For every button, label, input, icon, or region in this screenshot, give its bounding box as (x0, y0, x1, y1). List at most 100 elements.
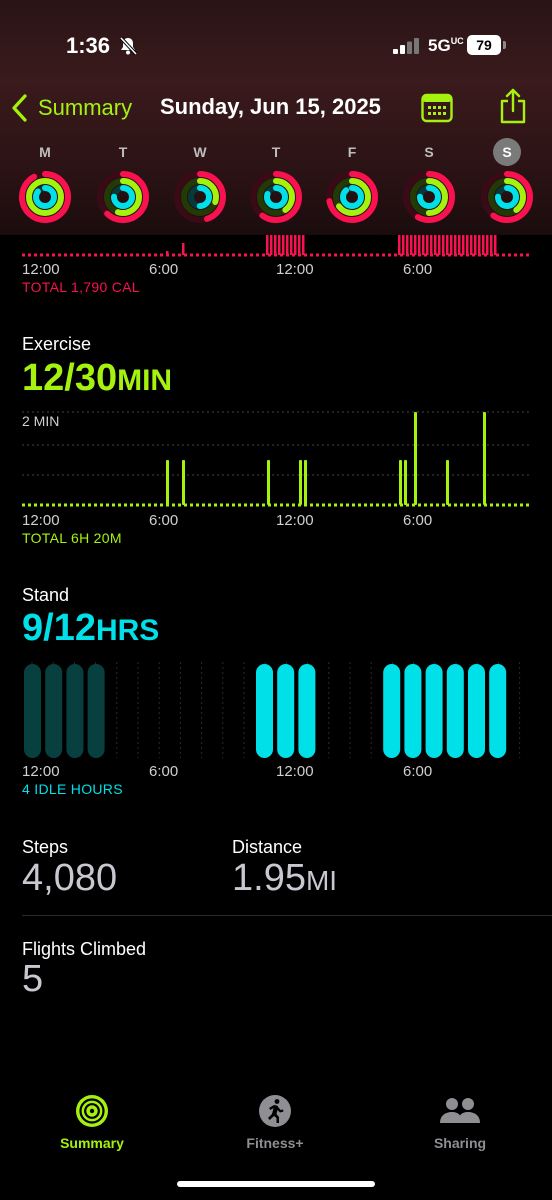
day-thu[interactable]: T (246, 142, 306, 232)
day-tue[interactable]: T (93, 142, 153, 232)
move-axis-label: 6:00 (149, 261, 179, 278)
move-bar (442, 235, 445, 255)
day-letter: F (347, 144, 357, 160)
stand-idle-hours: 4 IDLE HOURS (22, 781, 123, 797)
move-bar (270, 235, 273, 255)
move-axis-label: 6:00 (403, 261, 433, 278)
exercise-value: 12/30MIN (22, 357, 173, 399)
exercise-bar (182, 460, 185, 505)
activity-rings-icon (19, 171, 71, 223)
stand-bar (256, 664, 273, 758)
stand-bar-idle (87, 664, 105, 758)
day-letter: W (193, 144, 207, 160)
exercise-total: TOTAL 6H 20M (22, 530, 122, 546)
move-bar (466, 235, 469, 255)
tab-fitness-plus[interactable]: Fitness+ (210, 1093, 340, 1151)
flights-value: 5 (22, 958, 44, 1000)
exercise-bar (399, 460, 402, 505)
exercise-y-label: 2 MIN (22, 413, 60, 429)
stand-axis-label: 6:00 (149, 763, 179, 780)
day-wed[interactable]: W (170, 142, 230, 232)
exercise-axis-label: 12:00 (276, 512, 314, 529)
move-bar (438, 235, 441, 255)
exercise-title: Exercise (22, 334, 92, 354)
status-time: 1:36 (66, 33, 111, 58)
network-type: 5GUC (428, 36, 464, 55)
move-total: TOTAL 1,790 CAL (22, 279, 140, 295)
day-letter: T (271, 144, 281, 160)
move-bar (290, 235, 293, 255)
day-letter: S (424, 144, 434, 160)
share-icon[interactable] (498, 88, 528, 124)
chevron-left-icon (12, 94, 27, 122)
home-indicator (177, 1181, 375, 1187)
exercise-bar (414, 412, 417, 505)
day-sat[interactable]: S (399, 142, 459, 232)
stand-axis-label: 6:00 (403, 763, 433, 780)
activity-rings-icon (326, 171, 378, 223)
distance-value: 1.95MI (232, 857, 338, 899)
move-bar (474, 235, 477, 255)
tab-label: Fitness+ (246, 1135, 304, 1151)
move-bar (294, 235, 297, 255)
exercise-chart (22, 411, 530, 507)
move-bar (410, 235, 413, 255)
move-bar (470, 235, 473, 255)
tab-summary[interactable]: Summary (27, 1093, 157, 1151)
move-bar (458, 235, 461, 255)
exercise-axis-label: 12:00 (22, 512, 60, 529)
day-sun[interactable]: S (477, 138, 537, 232)
move-bar (266, 235, 269, 255)
stand-bar-idle (66, 664, 84, 758)
move-bar (482, 235, 485, 255)
tab-sharing[interactable]: Sharing (395, 1093, 525, 1151)
activity-rings-icon (250, 171, 302, 223)
exercise-bar (404, 460, 407, 505)
battery-level: 79 (467, 35, 501, 55)
exercise-bar (483, 412, 486, 505)
status-bar: 1:36 5GUC 79 (0, 0, 552, 80)
move-bar (298, 235, 301, 255)
people-icon (440, 1098, 480, 1123)
move-chart (22, 235, 530, 257)
move-bar (434, 235, 437, 255)
back-label: Summary (38, 95, 133, 120)
calendar-icon[interactable] (421, 93, 453, 123)
move-bar (302, 235, 305, 255)
tab-label: Summary (60, 1135, 124, 1151)
stand-bar (446, 664, 464, 758)
stand-bar (404, 664, 422, 758)
stand-value: 9/12HRS (22, 607, 160, 649)
week-strip: M T W T F S S (0, 138, 552, 232)
activity-rings-icon (174, 171, 226, 223)
distance-label: Distance (232, 837, 303, 857)
move-bar (454, 235, 457, 255)
day-mon[interactable]: M (15, 142, 75, 232)
runner-icon (259, 1095, 291, 1127)
stand-bar (277, 664, 295, 758)
day-fri[interactable]: F (322, 142, 382, 232)
exercise-bar (267, 460, 270, 505)
move-bar (450, 235, 453, 255)
stand-chart (24, 662, 521, 758)
move-bar (414, 235, 417, 255)
day-letter: M (39, 144, 51, 160)
exercise-bar (299, 460, 302, 505)
move-bar (486, 235, 489, 255)
move-bar (406, 235, 409, 255)
day-letter: T (118, 144, 128, 160)
stand-bar-idle (24, 664, 41, 758)
move-bar (398, 235, 401, 255)
back-button[interactable]: Summary (10, 92, 132, 124)
page-title: Sunday, Jun 15, 2025 (160, 94, 381, 119)
stand-bar (383, 664, 401, 758)
steps-label: Steps (22, 837, 69, 857)
flights-label: Flights Climbed (22, 939, 147, 959)
exercise-axis-label: 6:00 (149, 512, 179, 529)
activity-rings-icon (481, 171, 533, 223)
move-bar (430, 235, 433, 255)
activity-rings-icon (76, 1095, 108, 1127)
day-letter-selected: S (493, 138, 521, 166)
bell-slash-icon (119, 36, 138, 56)
move-bar (166, 251, 169, 255)
